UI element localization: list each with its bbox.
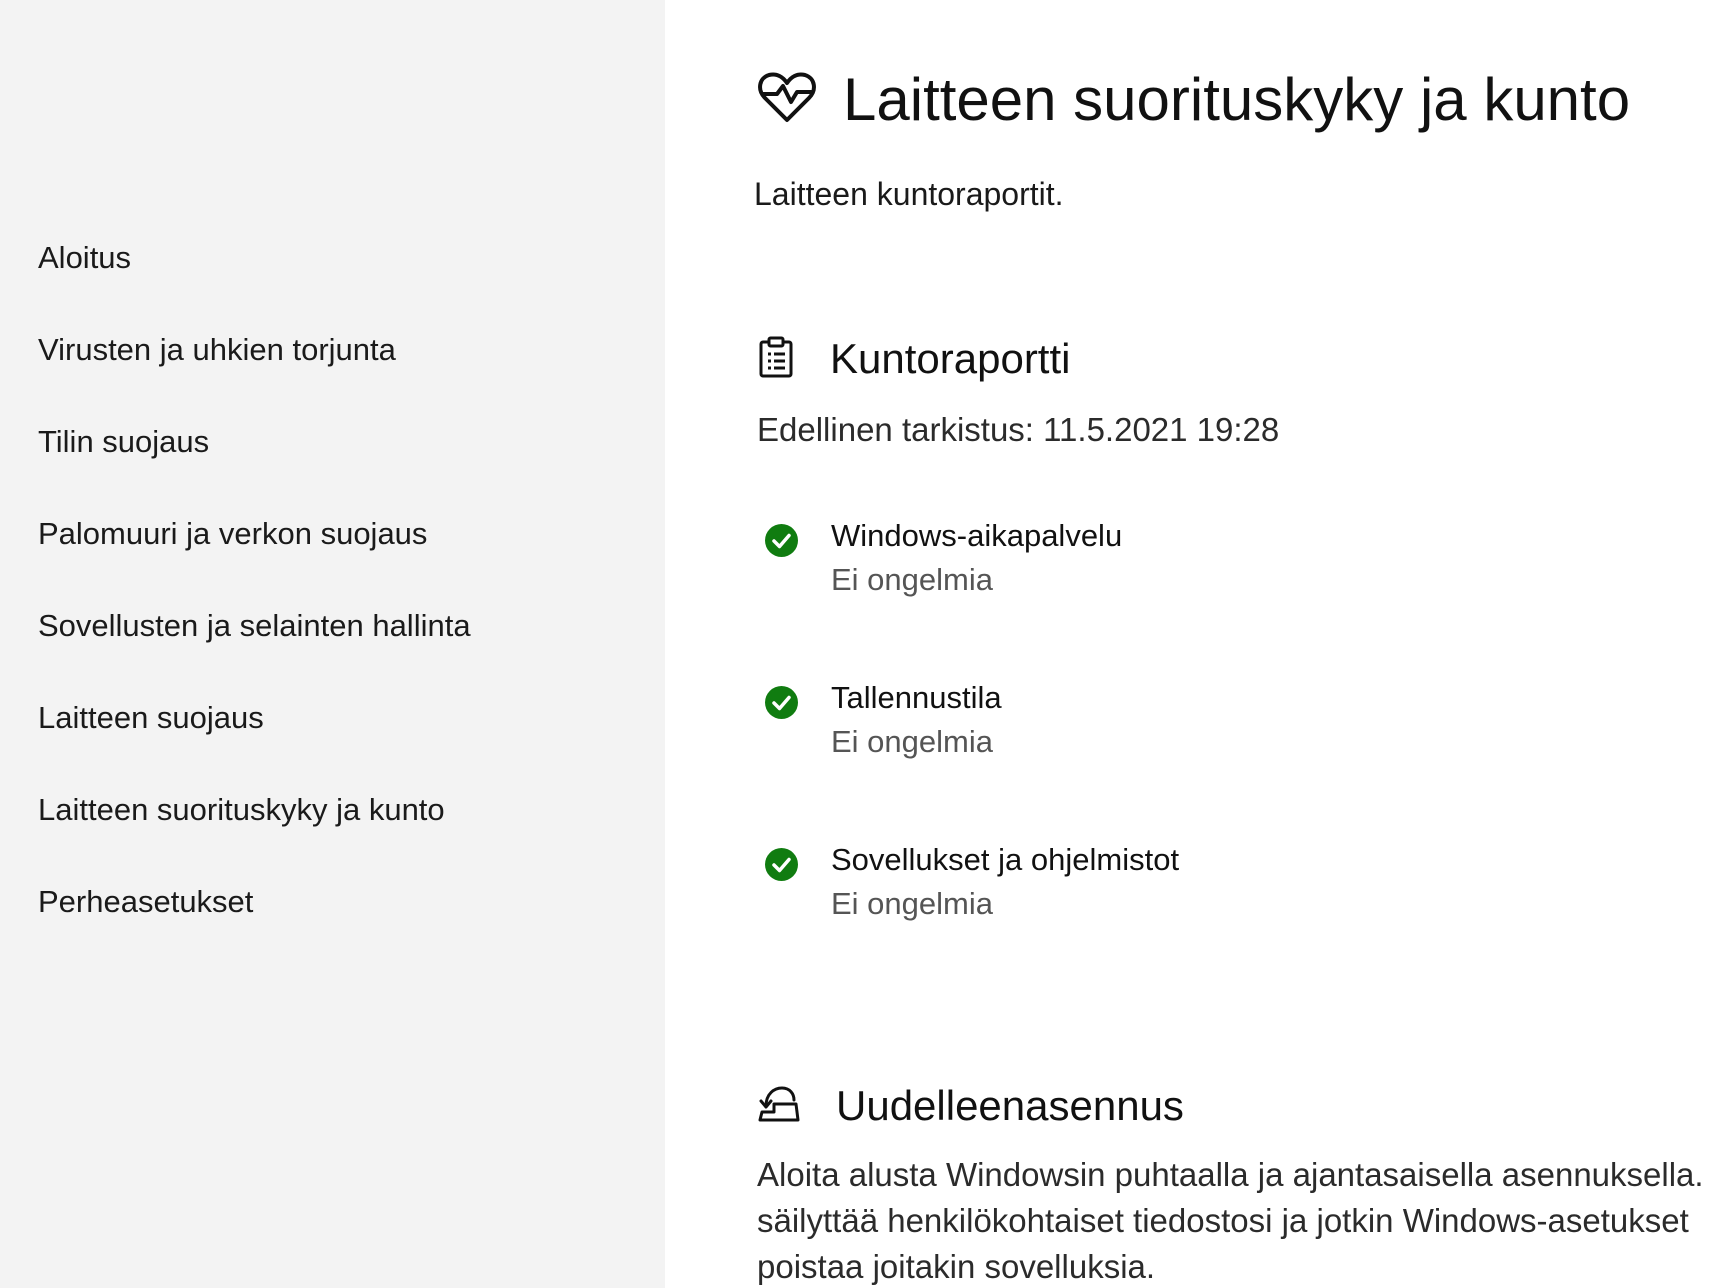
check-circle-icon bbox=[765, 848, 798, 881]
check-circle-icon bbox=[765, 524, 798, 557]
health-item-name: Tallennustila bbox=[831, 680, 1002, 715]
heart-pulse-icon bbox=[757, 70, 817, 131]
reinstall-description: Aloita alusta Windowsin puhtaalla ja aja… bbox=[757, 1152, 1734, 1288]
health-item-status: Ei ongelmia bbox=[831, 562, 993, 597]
last-check-timestamp: Edellinen tarkistus: 11.5.2021 19:28 bbox=[757, 411, 1280, 448]
health-item-status: Ei ongelmia bbox=[831, 724, 993, 759]
sidebar-item-account-protection[interactable]: Tilin suojaus bbox=[0, 422, 665, 514]
main-content: Laitteen suorituskyky ja kunto Laitteen … bbox=[665, 0, 1734, 1288]
sidebar: Aloitus Virusten ja uhkien torjunta Tili… bbox=[0, 0, 665, 1288]
sidebar-item-firewall[interactable]: Palomuuri ja verkon suojaus bbox=[0, 514, 665, 606]
health-item-status: Ei ongelmia bbox=[831, 886, 993, 921]
sidebar-item-device-security[interactable]: Laitteen suojaus bbox=[0, 698, 665, 790]
reinstall-header: Uudelleenasennus bbox=[758, 1078, 1184, 1134]
reinstall-title: Uudelleenasennus bbox=[836, 1082, 1184, 1129]
reinstall-description-line: säilyttää henkilökohtaiset tiedostosi ja… bbox=[757, 1202, 1689, 1239]
health-report-title: Kuntoraportti bbox=[830, 335, 1071, 382]
reinstall-description-line: Aloita alusta Windowsin puhtaalla ja aja… bbox=[757, 1156, 1704, 1193]
check-circle-icon bbox=[765, 686, 798, 719]
health-item-name: Sovellukset ja ohjelmistot bbox=[831, 842, 1180, 877]
page-subtitle: Laitteen kuntoraportit. bbox=[754, 176, 1064, 212]
sidebar-item-virus-protection[interactable]: Virusten ja uhkien torjunta bbox=[0, 330, 665, 422]
sidebar-item-app-browser-control[interactable]: Sovellusten ja selainten hallinta bbox=[0, 606, 665, 698]
page-header: Laitteen suorituskyky ja kunto bbox=[757, 58, 1630, 142]
sidebar-item-family-options[interactable]: Perheasetukset bbox=[0, 882, 665, 974]
reinstall-icon bbox=[758, 1084, 800, 1129]
clipboard-icon bbox=[758, 336, 794, 383]
health-item-name: Windows-aikapalvelu bbox=[831, 518, 1123, 553]
app-window: Aloitus Virusten ja uhkien torjunta Tili… bbox=[0, 0, 1734, 1288]
health-report-header: Kuntoraportti bbox=[758, 331, 1070, 387]
sidebar-item-home[interactable]: Aloitus bbox=[0, 238, 665, 330]
page-title: Laitteen suorituskyky ja kunto bbox=[843, 66, 1631, 133]
sidebar-item-device-performance[interactable]: Laitteen suorituskyky ja kunto bbox=[0, 790, 665, 882]
reinstall-description-line: poistaa joitakin sovelluksia. bbox=[757, 1248, 1156, 1285]
